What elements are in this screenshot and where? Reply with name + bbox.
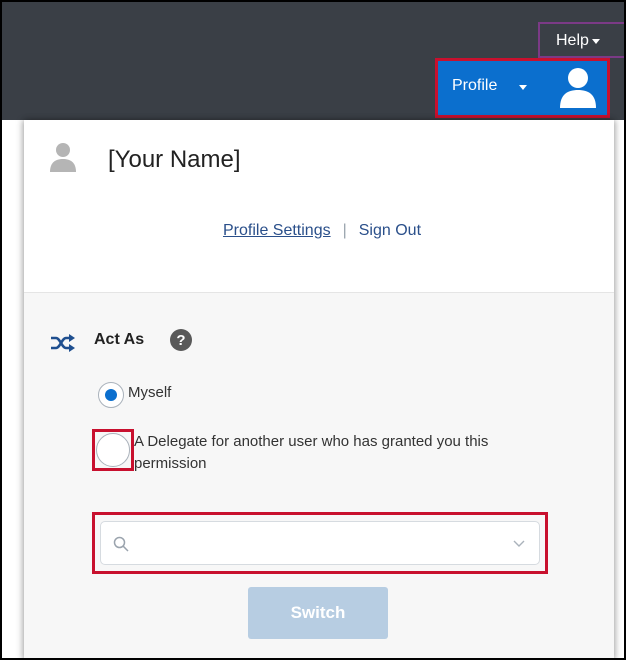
radio-delegate[interactable] (96, 433, 130, 467)
help-menu-label: Help (556, 32, 589, 49)
profile-settings-link[interactable]: Profile Settings (223, 222, 331, 240)
switch-button[interactable]: Switch (248, 587, 388, 639)
profile-links: Profile Settings | Sign Out (24, 222, 614, 240)
radio-myself[interactable] (98, 382, 124, 408)
sign-out-link[interactable]: Sign Out (359, 222, 421, 240)
user-avatar-icon (560, 68, 596, 108)
profile-button-label: Profile (452, 77, 498, 94)
chevron-down-icon (513, 540, 525, 547)
chevron-down-icon (519, 85, 527, 90)
radio-myself-label: Myself (128, 384, 172, 401)
question-circle-icon[interactable]: ? (170, 329, 192, 351)
act-as-section: Act As ? Myself A Delegate for another u… (24, 293, 614, 658)
user-name: [Your Name] (108, 146, 241, 173)
profile-dropdown-panel: [Your Name] Profile Settings | Sign Out … (24, 120, 614, 658)
chevron-down-icon (591, 38, 600, 44)
act-as-label: Act As (94, 331, 145, 348)
profile-summary-section: [Your Name] Profile Settings | Sign Out (24, 120, 614, 293)
user-silhouette-icon (50, 143, 76, 172)
search-icon (113, 536, 129, 552)
help-menu[interactable]: Help (556, 32, 600, 50)
radio-selected-dot (105, 389, 117, 401)
shuffle-icon (51, 334, 75, 352)
top-navigation-bar: Help Profile (2, 2, 624, 120)
delegate-search-select[interactable] (100, 521, 540, 565)
link-separator: | (342, 222, 347, 239)
screenshot-frame: Help Profile [Your Name] Profile Setting… (0, 0, 626, 660)
profile-button[interactable]: Profile (435, 58, 610, 118)
delegate-search-highlight-box (92, 512, 548, 574)
radio-delegate-label: A Delegate for another user who has gran… (134, 433, 489, 472)
